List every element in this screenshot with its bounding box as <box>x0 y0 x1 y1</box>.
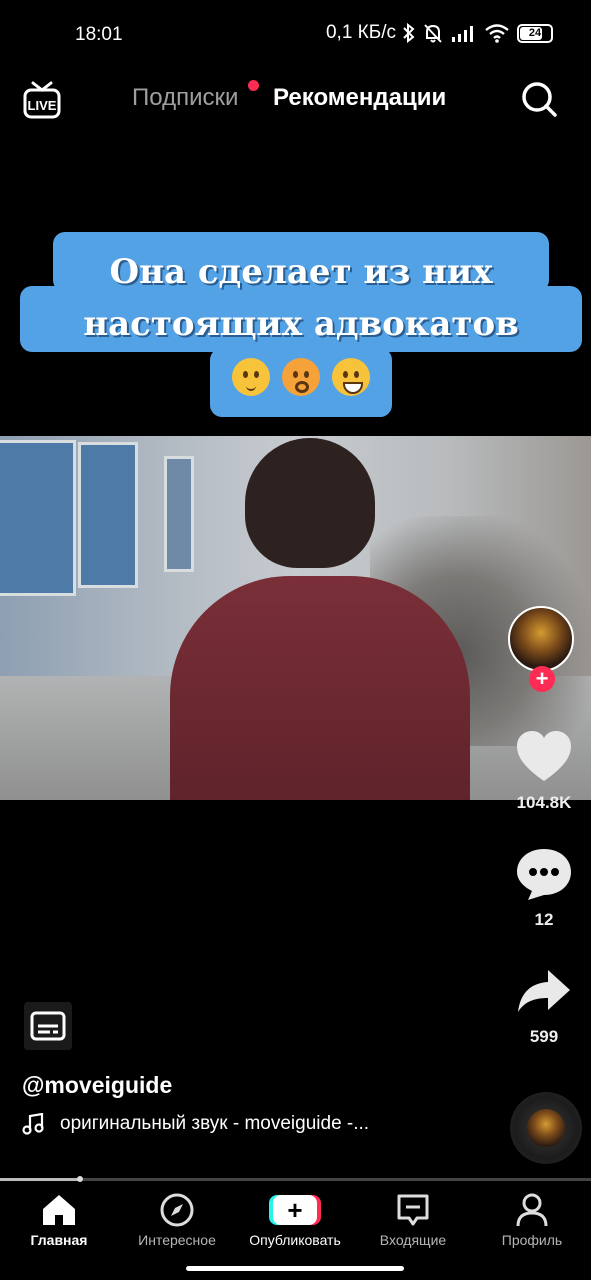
nav-publish[interactable]: + Опубликовать <box>236 1192 354 1248</box>
publish-plus-icon: + <box>269 1195 321 1225</box>
video-progress-bar[interactable] <box>0 1176 591 1182</box>
home-icon <box>43 1195 75 1225</box>
status-bar: 18:01 0,1 КБ/с 24 <box>0 0 591 68</box>
following-notification-dot <box>248 80 259 91</box>
nav-discover[interactable]: Интересное <box>118 1192 236 1248</box>
inbox-message-icon <box>397 1194 429 1226</box>
window <box>164 456 194 572</box>
music-note-icon <box>22 1113 44 1135</box>
nav-home[interactable]: Главная <box>0 1192 118 1248</box>
captions-button[interactable] <box>24 1002 72 1050</box>
person-head <box>245 438 375 568</box>
caption-line-1: Она сделает из них <box>109 252 493 292</box>
nav-profile-label: Профиль <box>501 1232 563 1248</box>
status-time: 18:01 <box>75 24 123 45</box>
exploding-head-emoji <box>282 358 320 396</box>
tab-for-you[interactable]: Рекомендации <box>273 84 446 112</box>
thinking-face-emoji <box>231 358 270 396</box>
share-button[interactable] <box>514 964 574 1020</box>
heart-icon <box>517 731 571 781</box>
video-player[interactable] <box>0 436 591 800</box>
wifi-icon <box>485 24 509 43</box>
comment-count: 12 <box>534 910 554 929</box>
comment-button[interactable] <box>514 846 574 902</box>
battery-level: 24 <box>528 26 542 39</box>
caption-line-2: настоящих адвокатов <box>83 304 519 344</box>
window <box>78 442 138 588</box>
share-arrow-icon <box>518 970 570 1012</box>
live-button[interactable]: LIVE <box>22 80 62 120</box>
compass-icon <box>160 1193 194 1227</box>
network-speed: 0,1 КБ/с <box>325 22 396 43</box>
home-indicator[interactable] <box>186 1266 404 1271</box>
like-button[interactable] <box>514 729 574 785</box>
progress-fill <box>0 1178 80 1181</box>
sound-name: оригинальный звук - moveiguide -... <box>60 1113 370 1134</box>
grinning-face-emoji <box>332 358 371 396</box>
muted-bell-icon <box>424 24 442 43</box>
nav-inbox-label: Входящие <box>379 1232 447 1248</box>
nav-discover-label: Интересное <box>138 1232 216 1248</box>
bottom-nav: Главная Интересное + Опубликовать Входящ… <box>0 1182 591 1258</box>
bluetooth-icon <box>403 23 415 43</box>
sound-row[interactable]: оригинальный звук - moveiguide -... <box>22 1113 369 1135</box>
like-count: 104.8K <box>516 793 572 812</box>
nav-inbox[interactable]: Входящие <box>354 1192 472 1248</box>
search-icon <box>522 82 557 117</box>
person-back <box>170 576 470 800</box>
search-button[interactable] <box>520 80 558 118</box>
video-caption-banner: Она сделает из них настоящих адвокатов <box>20 232 582 417</box>
live-label: LIVE <box>28 98 57 113</box>
nav-publish-label: Опубликовать <box>249 1232 341 1248</box>
creator-username[interactable]: @moveiguide <box>22 1072 172 1099</box>
sound-disc[interactable] <box>510 1092 582 1164</box>
window <box>0 440 76 596</box>
battery-icon: 24 <box>517 23 553 43</box>
status-right-group: 0,1 КБ/с 24 <box>326 22 553 44</box>
creator-avatar[interactable] <box>508 606 574 672</box>
tab-following[interactable]: Подписки <box>132 84 238 112</box>
closed-captions-icon <box>30 1011 66 1041</box>
profile-person-icon <box>516 1193 548 1227</box>
follow-button[interactable]: + <box>529 666 555 692</box>
nav-profile[interactable]: Профиль <box>473 1192 591 1248</box>
share-count: 599 <box>529 1027 559 1046</box>
comment-bubble-icon <box>517 849 571 900</box>
nav-home-label: Главная <box>30 1232 88 1248</box>
signal-icon <box>452 26 473 42</box>
sound-disc-cover <box>527 1109 565 1147</box>
live-tv-icon: LIVE <box>23 81 61 119</box>
